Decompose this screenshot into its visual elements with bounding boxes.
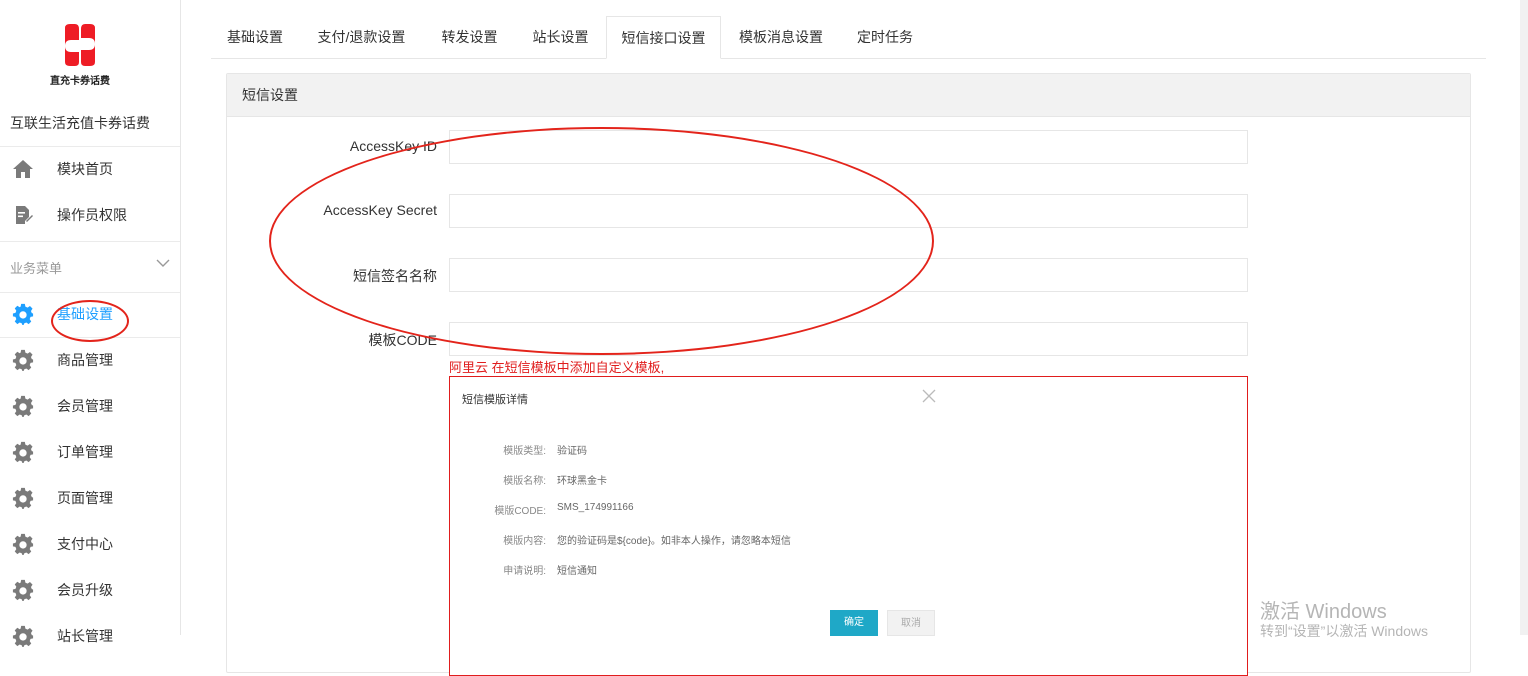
sidebar-item-label: 会员升级 — [57, 582, 113, 598]
gear-icon — [11, 624, 35, 648]
home-icon — [11, 157, 35, 181]
row-value: 您的验证码是${code}。如非本人操作，请忽略本短信 — [557, 536, 791, 547]
sidebar-item-label: 订单管理 — [57, 444, 113, 460]
accesskey-secret-label: AccessKey Secret — [323, 202, 437, 218]
settings-tabs: 基础设置 支付/退款设置 转发设置 站长设置 短信接口设置 模板消息设置 定时任… — [211, 16, 1486, 59]
sidebar-item-home[interactable]: 模块首页 — [0, 146, 180, 192]
gear-icon — [11, 440, 35, 464]
accesskey-id-label: AccessKey ID — [349, 138, 437, 154]
sidebar-item-product-management[interactable]: 商品管理 — [0, 337, 180, 383]
template-code-label: 模板CODE — [368, 332, 437, 348]
row-key: 模版CODE: — [494, 506, 546, 517]
sidebar-item-label: 页面管理 — [57, 490, 113, 506]
template-example-screenshot: 短信模版详情 模版类型: 验证码 模版名称: 环球黑金卡 模版CODE: SMS… — [449, 376, 1248, 676]
tab-scheduled-tasks[interactable]: 定时任务 — [841, 16, 929, 58]
document-edit-icon — [11, 203, 35, 227]
sidebar-item-member-upgrade[interactable]: 会员升级 — [0, 567, 180, 613]
logo-caption: 直充卡券话费 — [50, 76, 110, 87]
cancel-button: 取消 — [887, 610, 935, 636]
close-icon — [922, 389, 936, 403]
sidebar-item-operator-permissions[interactable]: 操作员权限 — [0, 192, 180, 238]
gear-icon — [11, 486, 35, 510]
sidebar-item-webmaster-management[interactable]: 站长管理 — [0, 613, 180, 659]
menu-group-label: 业务菜单 — [10, 260, 63, 276]
tab-sms-interface-settings[interactable]: 短信接口设置 — [606, 16, 721, 59]
logo: 直充卡券话费 — [0, 22, 160, 87]
sidebar-item-basic-settings[interactable]: 基础设置 — [0, 291, 180, 337]
sidebar-item-member-management[interactable]: 会员管理 — [0, 383, 180, 429]
accesskey-id-input[interactable] — [449, 130, 1248, 164]
sidebar-item-label: 操作员权限 — [57, 207, 127, 223]
gear-icon — [11, 532, 35, 556]
brand-logo-icon — [65, 24, 95, 66]
gear-icon — [11, 348, 35, 372]
gear-icon — [11, 394, 35, 418]
template-code-input[interactable] — [449, 322, 1248, 356]
sidebar-item-label: 会员管理 — [57, 398, 113, 414]
confirm-button: 确定 — [830, 610, 878, 636]
windows-activation-title: 激活 Windows — [1260, 601, 1387, 623]
row-value: 环球黑金卡 — [557, 476, 607, 487]
page-scrollbar[interactable] — [1520, 0, 1528, 635]
panel-title: 短信设置 — [227, 74, 1470, 117]
sms-settings-panel: 短信设置 AccessKey ID AccessKey Secret 短信签名名… — [226, 73, 1471, 676]
tab-payment-refund-settings[interactable]: 支付/退款设置 — [299, 16, 424, 58]
sidebar-item-page-management[interactable]: 页面管理 — [0, 475, 180, 521]
chevron-down-icon — [156, 259, 170, 267]
app-name: 互联生活充值卡券话费 — [10, 115, 150, 131]
row-value: SMS_174991166 — [557, 502, 634, 513]
windows-activation-subtitle: 转到“设置”以激活 Windows — [1260, 623, 1429, 639]
row-key: 申请说明: — [503, 566, 546, 577]
tab-forward-settings[interactable]: 转发设置 — [424, 16, 515, 58]
dialog-title: 短信模版详情 — [462, 394, 528, 406]
sidebar-item-order-management[interactable]: 订单管理 — [0, 429, 180, 475]
gear-icon — [11, 578, 35, 602]
row-key: 模版内容: — [503, 536, 546, 547]
gear-icon — [11, 302, 35, 326]
divider — [0, 337, 180, 338]
template-hint: 阿里云 在短信模板中添加自定义模板, — [449, 360, 665, 375]
tab-webmaster-settings[interactable]: 站长设置 — [515, 16, 606, 58]
sidebar-item-payment-center[interactable]: 支付中心 — [0, 521, 180, 567]
accesskey-secret-input[interactable] — [449, 194, 1248, 228]
menu-group-header[interactable]: 业务菜单 — [0, 244, 180, 290]
tab-template-message-settings[interactable]: 模板消息设置 — [721, 16, 841, 58]
row-key: 模版名称: — [503, 476, 546, 487]
sidebar: 直充卡券话费 互联生活充值卡券话费 模块首页 操作员权限 业务菜单 基础设置商品… — [0, 0, 181, 647]
divider — [0, 241, 180, 242]
row-value: 短信通知 — [557, 566, 597, 577]
row-key: 模版类型: — [503, 446, 546, 457]
sidebar-item-label: 基础设置 — [57, 306, 113, 322]
sidebar-item-label: 支付中心 — [57, 536, 113, 552]
sidebar-item-label: 模块首页 — [57, 161, 113, 177]
tab-basic-settings[interactable]: 基础设置 — [211, 16, 299, 58]
sms-signature-label: 短信签名名称 — [353, 268, 437, 284]
sidebar-item-label: 站长管理 — [57, 628, 113, 644]
sidebar-item-label: 商品管理 — [57, 352, 113, 368]
sms-signature-input[interactable] — [449, 258, 1248, 292]
row-value: 验证码 — [557, 446, 587, 457]
